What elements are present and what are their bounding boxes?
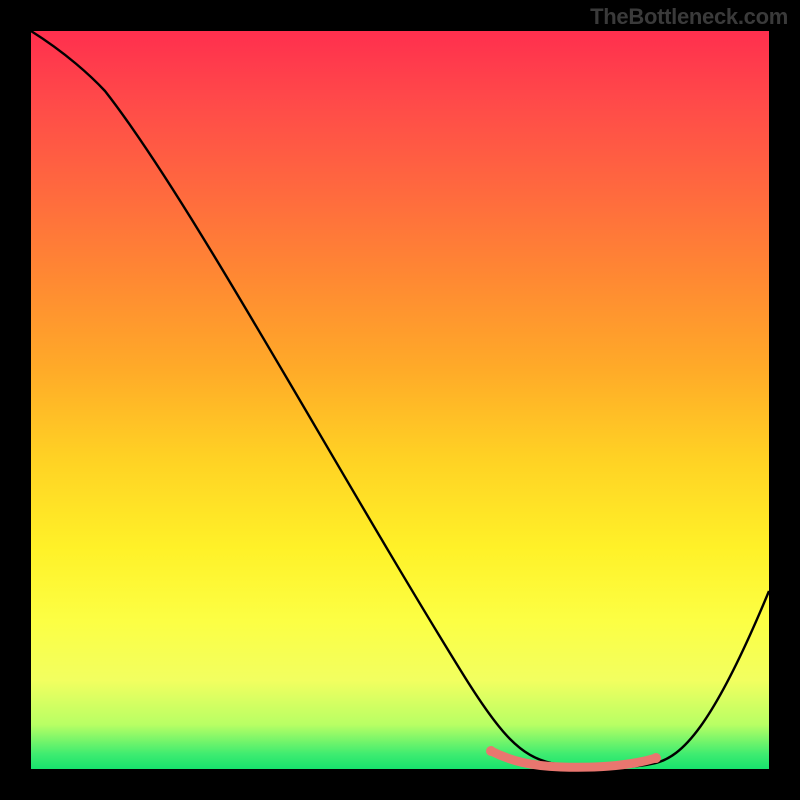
brand-watermark: TheBottleneck.com (590, 4, 788, 30)
chart-frame: TheBottleneck.com (0, 0, 800, 800)
plot-area (31, 31, 769, 769)
curve-layer (31, 31, 769, 769)
bottleneck-curve-path (31, 31, 769, 768)
